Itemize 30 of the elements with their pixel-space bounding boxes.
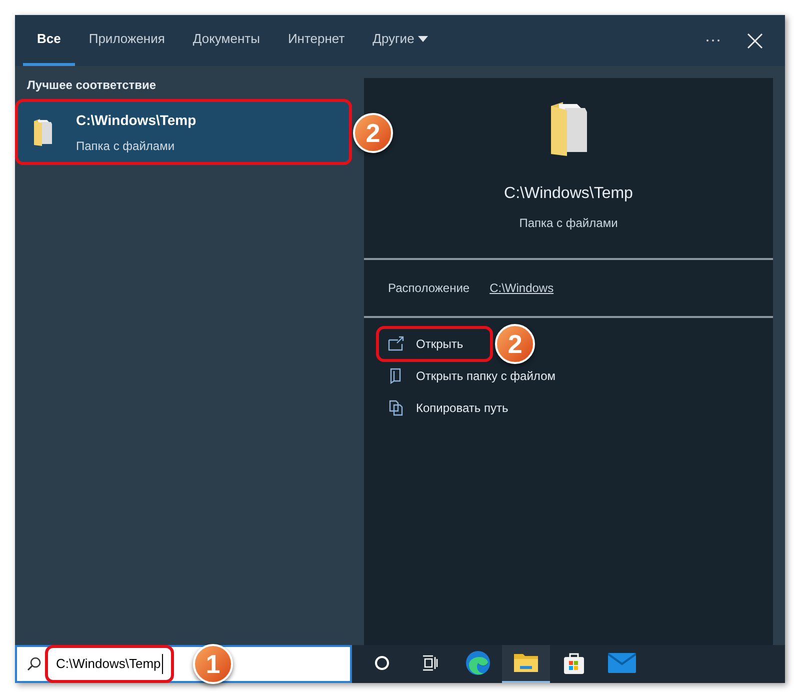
tab[interactable]: Документы bbox=[178, 15, 274, 66]
browser-icon[interactable] bbox=[465, 650, 491, 676]
preview-title: C:\Windows\Temp bbox=[504, 184, 633, 204]
circle-icon[interactable] bbox=[374, 655, 390, 671]
search-icon bbox=[27, 657, 41, 671]
step-badge: 1 bbox=[193, 644, 233, 684]
action-item[interactable]: Открыть bbox=[364, 328, 488, 360]
search-field[interactable]: C:\Windows\Temp 1 bbox=[15, 645, 352, 683]
step-badge: 2 bbox=[353, 113, 393, 153]
step-badge: 2 bbox=[495, 324, 536, 364]
result-subtitle: Папка с файлами bbox=[76, 138, 176, 154]
location-label: Расположение bbox=[388, 280, 470, 297]
section-title: Лучшее соответствие bbox=[26, 77, 158, 94]
copy-icon bbox=[388, 400, 404, 416]
result-title: C:\Windows\Temp bbox=[76, 110, 196, 130]
store-icon[interactable] bbox=[563, 651, 585, 675]
tab[interactable]: Интернет bbox=[274, 15, 359, 66]
folder-icon bbox=[32, 118, 54, 146]
action-item[interactable]: Копировать путь bbox=[364, 392, 532, 424]
location-link[interactable]: C:\Windows bbox=[490, 279, 554, 297]
open-icon bbox=[388, 336, 404, 352]
search-result[interactable]: C:\Windows\Temp Папка с файлами bbox=[18, 102, 349, 162]
tab[interactable]: Приложения bbox=[74, 15, 179, 66]
caret-icon bbox=[418, 36, 428, 42]
search-text: C:\Windows\Temp bbox=[56, 654, 163, 674]
preview-subtitle: Папка с файлами bbox=[519, 215, 618, 232]
tab[interactable]: Другие bbox=[358, 15, 442, 66]
folder-icon[interactable] bbox=[513, 652, 539, 674]
task-view-icon[interactable] bbox=[422, 655, 438, 671]
taskbar-slot[interactable] bbox=[502, 645, 550, 683]
